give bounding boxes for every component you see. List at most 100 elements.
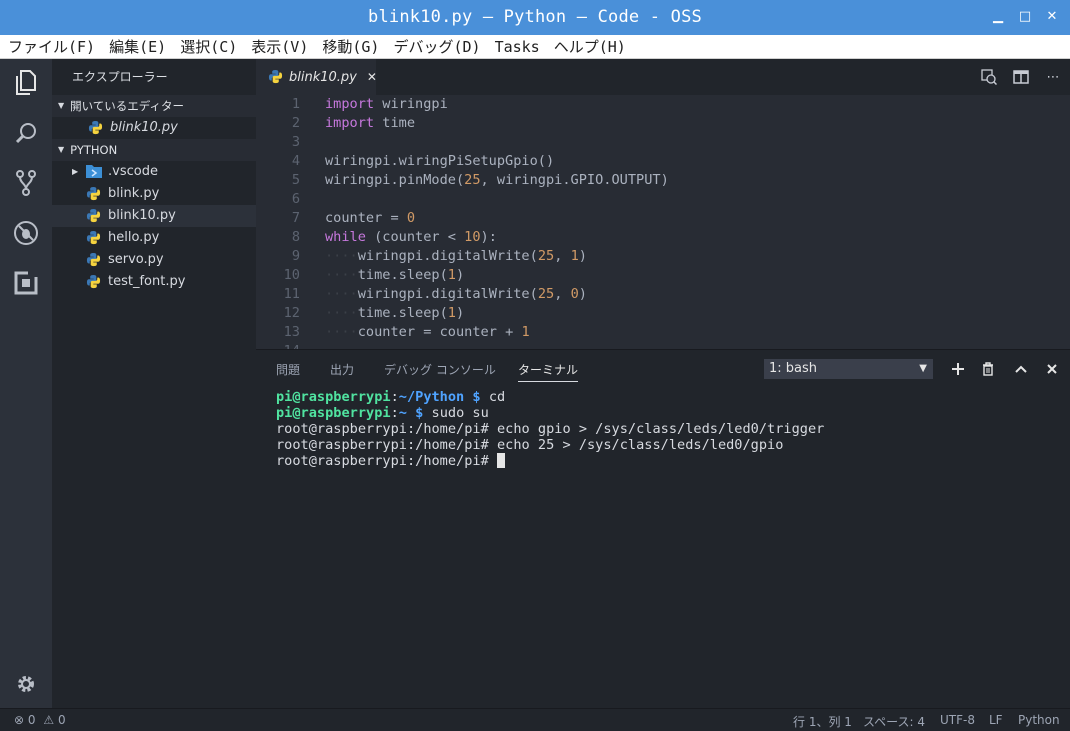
code-line: ····time.sleep(1): [325, 267, 465, 283]
code-line: import wiringpi: [325, 96, 448, 112]
line-number: 3: [291, 134, 300, 150]
open-editor-filename: blink10.py: [110, 120, 178, 135]
menu-bar: ファイル(F) 編集(E) 選択(C) 表示(V) 移動(G) デバッグ(D) …: [0, 35, 1070, 59]
error-count: 0: [27, 713, 36, 727]
maximize-icon[interactable]: □: [1017, 9, 1033, 25]
language-mode[interactable]: Python: [1018, 713, 1060, 727]
close-panel-icon[interactable]: [1043, 360, 1061, 378]
code-editor[interactable]: 1 import wiringpi 2 import time 3 4 wiri…: [256, 95, 1070, 349]
file-name: test_font.py: [108, 274, 186, 289]
search-icon[interactable]: [12, 119, 40, 147]
split-editor-icon[interactable]: [1012, 69, 1030, 85]
code-line: import time: [325, 115, 416, 131]
open-editor-item[interactable]: blink10.py: [52, 117, 256, 139]
editor-tab-bar: blink10.py ✕ ⋯: [256, 59, 1070, 95]
menu-go[interactable]: 移動(G): [322, 36, 379, 57]
tab-problems[interactable]: 問題: [276, 361, 300, 378]
code-line: while (counter < 10):: [325, 229, 497, 245]
file-item-blink[interactable]: blink.py: [52, 183, 256, 205]
terminal-line: pi@raspberrypi:~ $ sudo su: [276, 405, 489, 421]
dropdown-arrow-icon: ▼: [919, 363, 927, 374]
terminal-select[interactable]: 1: bash ▼: [764, 359, 933, 379]
encoding[interactable]: UTF-8: [940, 713, 975, 727]
python-file-icon: [86, 208, 102, 224]
terminal-output[interactable]: pi@raspberrypi:~/Python $ cd pi@raspberr…: [276, 389, 824, 469]
source-control-icon[interactable]: [12, 169, 40, 197]
folder-label: PYTHON: [70, 143, 118, 157]
open-changes-icon[interactable]: [980, 69, 998, 85]
line-number: 10: [283, 267, 300, 283]
menu-file[interactable]: ファイル(F): [8, 36, 95, 57]
expanded-triangle-icon: ▼: [58, 145, 65, 154]
file-item-blink10[interactable]: blink10.py: [52, 205, 256, 227]
terminal-cursor: [496, 453, 505, 468]
menu-view[interactable]: 表示(V): [251, 36, 308, 57]
code-line: ····wiringpi.digitalWrite(25, 1): [325, 248, 587, 264]
code-line: ····counter = counter + 1: [325, 324, 530, 340]
code-line: ····time.sleep(1): [325, 305, 465, 321]
file-name: servo.py: [108, 252, 164, 267]
python-file-icon: [86, 252, 102, 268]
file-item-vscode[interactable]: ▶ .vscode: [52, 161, 256, 183]
python-file-icon: [86, 186, 102, 202]
warning-icon: ⚠: [43, 713, 55, 727]
editor-tab-blink10[interactable]: blink10.py ✕: [256, 59, 377, 95]
menu-edit[interactable]: 編集(E): [109, 36, 166, 57]
terminal-line: root@raspberrypi:/home/pi#: [276, 453, 824, 469]
menu-help[interactable]: ヘルプ(H): [554, 36, 626, 57]
python-file-icon: [86, 274, 102, 290]
cursor-position[interactable]: 行 1、列 1: [793, 713, 852, 730]
tab-label: blink10.py: [289, 69, 357, 85]
file-name: blink.py: [108, 186, 160, 201]
line-number: 6: [291, 191, 300, 207]
editor-actions: ⋯: [980, 69, 1062, 85]
line-number: 7: [291, 210, 300, 226]
error-icon: ⊗: [14, 713, 25, 727]
warning-count: 0: [57, 713, 66, 727]
tab-output[interactable]: 出力: [330, 361, 354, 378]
trash-icon[interactable]: [979, 360, 997, 378]
minimize-icon[interactable]: ▁: [990, 9, 1006, 25]
file-name: .vscode: [108, 164, 158, 179]
open-editors-section[interactable]: ▼ 開いているエディター: [52, 95, 256, 117]
close-window-icon[interactable]: ✕: [1044, 9, 1060, 25]
menu-selection[interactable]: 選択(C): [180, 36, 237, 57]
title-bar: blink10.py — Python — Code - OSS ▁ □ ✕: [0, 0, 1070, 35]
window-title: blink10.py — Python — Code - OSS: [368, 7, 702, 27]
code-line: ····wiringpi.digitalWrite(25, 0): [325, 286, 587, 302]
panel-tabs: 問題 出力 デバッグ コンソール ターミナル 1: bash ▼: [256, 350, 1070, 386]
problems-status[interactable]: ⊗ 0 ⚠ 0: [14, 713, 66, 727]
terminal-line: root@raspberrypi:/home/pi# echo 25 > /sy…: [276, 437, 784, 453]
explorer-title: エクスプローラー: [72, 70, 168, 84]
file-item-test-font[interactable]: test_font.py: [52, 271, 256, 293]
editor-area: blink10.py ✕ ⋯ 1 import wiringpi 2 impor…: [256, 59, 1070, 349]
settings-gear-icon[interactable]: [12, 670, 40, 698]
line-number: 8: [291, 229, 300, 245]
python-folder-section[interactable]: ▼ PYTHON: [52, 139, 256, 161]
extensions-icon[interactable]: [12, 269, 40, 297]
bottom-panel: 問題 出力 デバッグ コンソール ターミナル 1: bash ▼ pi@rasp…: [256, 349, 1070, 708]
menu-debug[interactable]: デバッグ(D): [393, 36, 480, 57]
file-item-servo[interactable]: servo.py: [52, 249, 256, 271]
maximize-panel-icon[interactable]: [1012, 360, 1030, 378]
explorer-sidebar: エクスプローラー ▼ 開いているエディター blink10.py ▼ PYTHO…: [52, 59, 256, 708]
line-number: 12: [283, 305, 300, 321]
collapsed-triangle-icon: ▶: [72, 167, 79, 176]
file-item-hello[interactable]: hello.py: [52, 227, 256, 249]
tab-terminal[interactable]: ターミナル: [518, 361, 579, 382]
end-of-line[interactable]: LF: [989, 713, 1003, 727]
tab-debug-console[interactable]: デバッグ コンソール: [384, 361, 496, 378]
line-number: 13: [283, 324, 300, 340]
new-terminal-icon[interactable]: [949, 360, 967, 378]
vscode-folder-icon: [86, 164, 102, 180]
line-number: 5: [291, 172, 300, 188]
line-number: 11: [283, 286, 300, 302]
more-actions-icon[interactable]: ⋯: [1044, 69, 1062, 85]
debug-icon[interactable]: [12, 219, 40, 247]
menu-tasks[interactable]: Tasks: [495, 38, 540, 56]
indentation[interactable]: スペース: 4: [863, 713, 925, 730]
code-line: counter = 0: [325, 210, 416, 226]
close-tab-icon[interactable]: ✕: [367, 70, 377, 84]
explorer-icon[interactable]: [12, 69, 40, 97]
status-bar: ⊗ 0 ⚠ 0 行 1、列 1 スペース: 4 UTF-8 LF Python: [0, 708, 1070, 731]
